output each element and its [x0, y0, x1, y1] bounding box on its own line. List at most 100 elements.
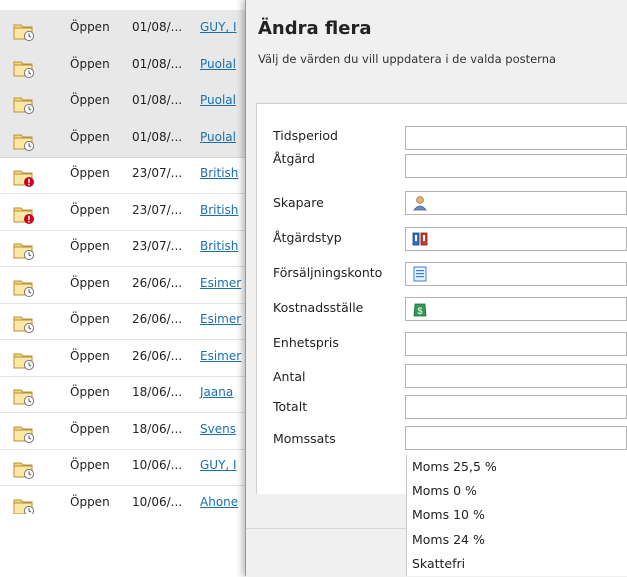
vat-option[interactable]: Moms 0 %	[412, 483, 477, 498]
creator-label: Skapare	[273, 195, 324, 210]
time-period-label: Tidsperiod	[273, 128, 338, 143]
row-date: 10/06/...	[132, 494, 183, 509]
folder-clock-icon	[12, 385, 36, 407]
folder-alert-icon	[12, 203, 36, 225]
row-name-link[interactable]: British	[200, 166, 238, 180]
row-status: Öppen	[70, 458, 110, 472]
row-date: 10/06/...	[132, 458, 183, 472]
row-status: Öppen	[70, 56, 110, 71]
row-status: Öppen	[70, 166, 110, 180]
quantity-field[interactable]	[405, 364, 627, 388]
row-status: Öppen	[70, 20, 110, 34]
list-row[interactable]: Öppen 01/08/... Puolal	[0, 119, 245, 158]
row-name-link[interactable]: Esimer	[200, 349, 241, 363]
list-row[interactable]: Öppen 18/06/... Jaana	[0, 375, 245, 413]
row-status: Öppen	[70, 421, 110, 436]
row-name-link[interactable]: Esimer	[200, 276, 241, 290]
row-date: 01/08/...	[132, 93, 183, 107]
unit-price-field[interactable]	[405, 332, 627, 356]
list-empty-area	[0, 514, 245, 576]
row-date: 18/06/...	[132, 385, 183, 399]
row-date: 01/08/...	[132, 129, 183, 144]
row-name-link[interactable]: Jaana	[200, 385, 233, 399]
folder-clock-icon	[12, 130, 36, 152]
folder-alert-icon	[12, 166, 36, 188]
action-label: Åtgärd	[273, 151, 315, 166]
row-date: 01/08/...	[132, 56, 183, 71]
vat-option[interactable]: Moms 24 %	[412, 532, 485, 547]
list-row[interactable]: Öppen 01/08/... GUY, I	[0, 10, 245, 48]
list-row[interactable]: Öppen 26/06/... Esimer	[0, 266, 245, 304]
panel-title: Ändra flera	[258, 18, 372, 39]
row-status: Öppen	[70, 385, 110, 399]
row-date: 26/06/...	[132, 312, 183, 326]
folder-clock-icon	[12, 276, 36, 298]
row-date: 26/06/...	[132, 275, 183, 290]
list-row[interactable]: Öppen 23/07/... British	[0, 193, 245, 231]
folder-clock-icon	[12, 422, 36, 444]
row-date: 23/07/...	[132, 166, 183, 180]
row-date: 23/07/...	[132, 239, 183, 253]
list-row[interactable]: Öppen 01/08/... Puolal	[0, 83, 245, 121]
row-date: 18/06/...	[132, 421, 183, 436]
folder-clock-icon	[12, 239, 36, 261]
list-row[interactable]: Öppen 10/06/... GUY, I	[0, 448, 245, 486]
list-row[interactable]: Öppen 18/06/... Svens	[0, 412, 245, 450]
svg-text:$: $	[417, 306, 422, 316]
list-row[interactable]: Öppen 23/07/... British	[0, 229, 245, 267]
row-status: Öppen	[70, 93, 110, 107]
row-status: Öppen	[70, 202, 110, 217]
list-row[interactable]: Öppen 23/07/... British	[0, 156, 245, 194]
cost-center-field[interactable]: $	[405, 297, 627, 321]
folder-clock-icon	[12, 349, 36, 371]
row-name-link[interactable]: Esimer	[200, 312, 241, 326]
folder-clock-icon	[12, 20, 36, 42]
row-status: Öppen	[70, 348, 110, 363]
action-field[interactable]	[405, 154, 627, 178]
row-name-link[interactable]: Puolal	[200, 57, 236, 71]
total-label: Totalt	[273, 399, 308, 414]
row-status: Öppen	[70, 239, 110, 253]
row-date: 26/06/...	[132, 348, 183, 363]
list-row[interactable]: Öppen 26/06/... Esimer	[0, 339, 245, 377]
list-row[interactable]: Öppen 26/06/... Esimer	[0, 302, 245, 340]
action-type-field[interactable]	[405, 227, 627, 251]
vat-rate-dropdown: Moms 25,5 % Moms 0 % Moms 10 % Moms 24 % Ska…	[406, 455, 627, 576]
row-name-link[interactable]: British	[200, 239, 238, 253]
row-name-link[interactable]: Ahone	[200, 495, 238, 509]
folder-clock-icon	[12, 458, 36, 480]
sales-account-label: Försäljningskonto	[273, 265, 383, 280]
row-name-link[interactable]: GUY, I	[200, 458, 237, 472]
row-name-link[interactable]: Svens	[200, 422, 236, 436]
vat-option[interactable]: Moms 25,5 %	[412, 459, 497, 474]
record-list: Öppen 01/08/... GUY, I Öppen 01/08/... Puolal…	[0, 0, 245, 514]
folder-clock-icon	[12, 93, 36, 115]
row-name-link[interactable]: Puolal	[200, 130, 236, 144]
folder-clock-icon	[12, 57, 36, 79]
document-list-icon	[412, 266, 428, 282]
time-period-field[interactable]	[405, 126, 627, 150]
action-type-icon	[412, 231, 428, 247]
cost-center-label: Kostnadsställe	[273, 300, 364, 315]
folder-clock-icon	[12, 495, 36, 514]
row-status: Öppen	[70, 129, 110, 144]
row-status: Öppen	[70, 494, 110, 509]
money-bag-icon: $	[412, 301, 428, 317]
person-icon	[412, 195, 428, 211]
vat-rate-label: Momssats	[273, 431, 336, 446]
quantity-label: Antal	[273, 369, 306, 384]
vat-option[interactable]: Skattefri	[412, 556, 465, 571]
row-name-link[interactable]: GUY, I	[200, 20, 237, 34]
row-name-link[interactable]: Puolal	[200, 93, 236, 107]
panel-subtitle: Välj de värden du vill uppdatera i de va…	[258, 52, 557, 66]
row-date: 23/07/...	[132, 202, 183, 217]
list-row[interactable]: Öppen 10/06/... Ahone	[0, 485, 245, 514]
unit-price-label: Enhetspris	[273, 335, 339, 350]
total-field[interactable]	[405, 395, 627, 419]
vat-option[interactable]: Moms 10 %	[412, 507, 485, 522]
vat-rate-field[interactable]	[405, 426, 627, 450]
sales-account-field[interactable]	[405, 262, 627, 286]
row-name-link[interactable]: British	[200, 203, 238, 217]
list-row[interactable]: Öppen 01/08/... Puolal	[0, 46, 245, 85]
creator-field[interactable]	[405, 191, 627, 215]
